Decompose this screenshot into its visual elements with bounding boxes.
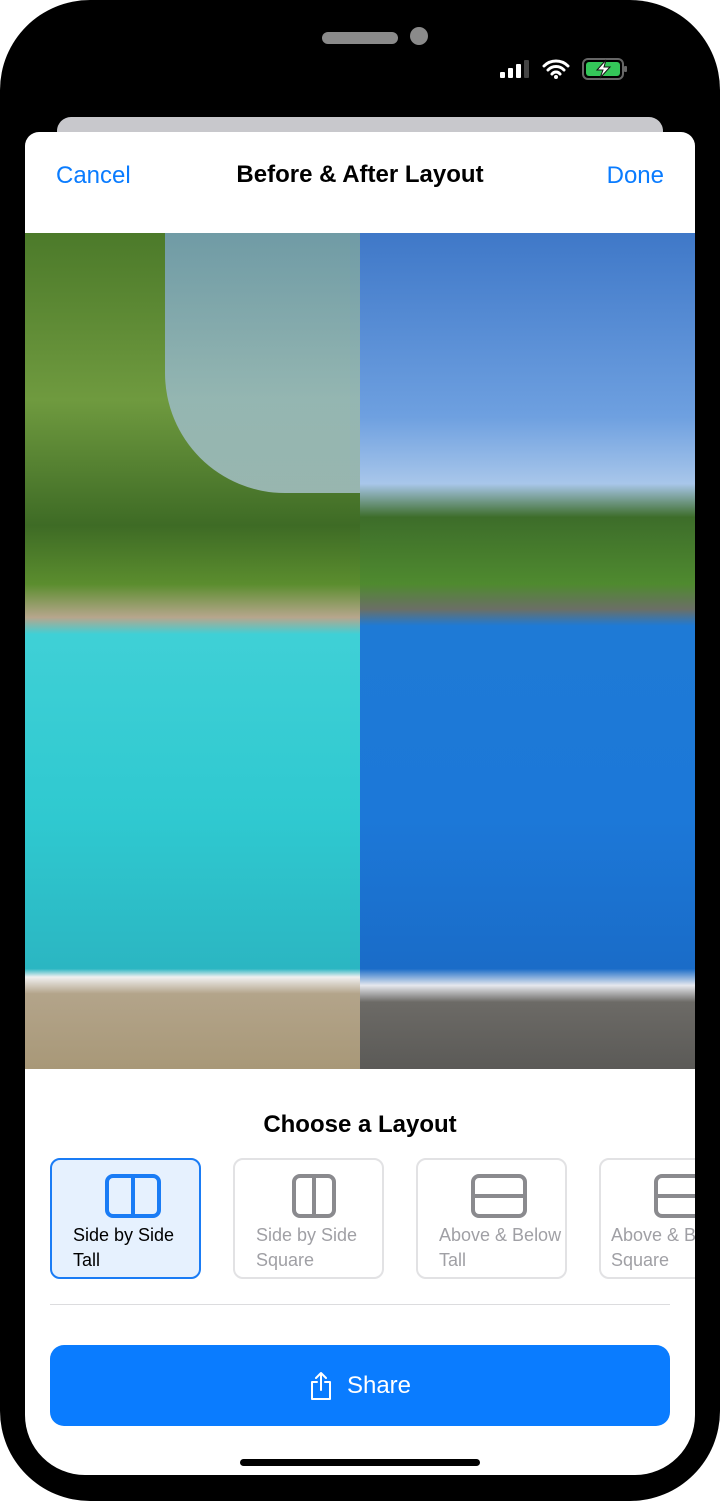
option-sublabel: Tall — [73, 1250, 101, 1270]
cellular-signal-icon — [500, 60, 529, 78]
layout-option-side-by-side-tall[interactable]: Side by Side Tall — [50, 1158, 201, 1279]
nav-bar: Cancel Before & After Layout Done — [25, 132, 695, 233]
home-indicator[interactable] — [240, 1459, 480, 1466]
split-vertical-icon — [292, 1174, 336, 1218]
phone-frame: Cancel Before & After Layout Done Choose… — [0, 0, 720, 1501]
option-label: Side by Side — [73, 1225, 175, 1245]
option-label: Above & Below — [439, 1225, 562, 1245]
status-bar — [500, 58, 628, 80]
option-sublabel: Square — [256, 1250, 315, 1270]
option-label: Above & Below — [611, 1225, 695, 1245]
option-sublabel: Square — [611, 1250, 670, 1270]
share-button[interactable]: Share — [50, 1345, 670, 1426]
share-label: Share — [346, 1371, 412, 1399]
layout-option-above-below-square[interactable]: Above & Below Square — [599, 1158, 695, 1279]
before-after-preview — [25, 233, 695, 1069]
option-sublabel: Tall — [439, 1250, 467, 1270]
share-icon — [310, 1371, 331, 1400]
layout-chooser: Choose a Layout Side by Side Tall Side by… — [25, 1069, 695, 1426]
divider — [50, 1304, 670, 1305]
before-photo — [25, 233, 360, 1069]
wifi-icon — [542, 59, 570, 79]
after-photo — [360, 233, 695, 1069]
page-title: Before & After Layout — [236, 161, 484, 188]
layout-options: Side by Side Tall Side by Side Square Abov… — [50, 1158, 695, 1279]
camera — [410, 27, 428, 45]
split-vertical-icon — [105, 1174, 161, 1218]
battery-charging-icon — [582, 58, 627, 80]
done-button[interactable]: Done — [607, 162, 664, 190]
speaker — [322, 32, 398, 44]
layout-sheet: Cancel Before & After Layout Done Choose… — [25, 132, 695, 1475]
split-horizontal-icon — [471, 1174, 527, 1218]
split-horizontal-icon — [654, 1174, 695, 1218]
layout-option-above-below-tall[interactable]: Above & Below Tall — [416, 1158, 567, 1279]
section-heading: Choose a Layout — [263, 1111, 457, 1138]
layout-option-side-by-side-square[interactable]: Side by Side Square — [233, 1158, 384, 1279]
option-label: Side by Side — [256, 1225, 358, 1245]
